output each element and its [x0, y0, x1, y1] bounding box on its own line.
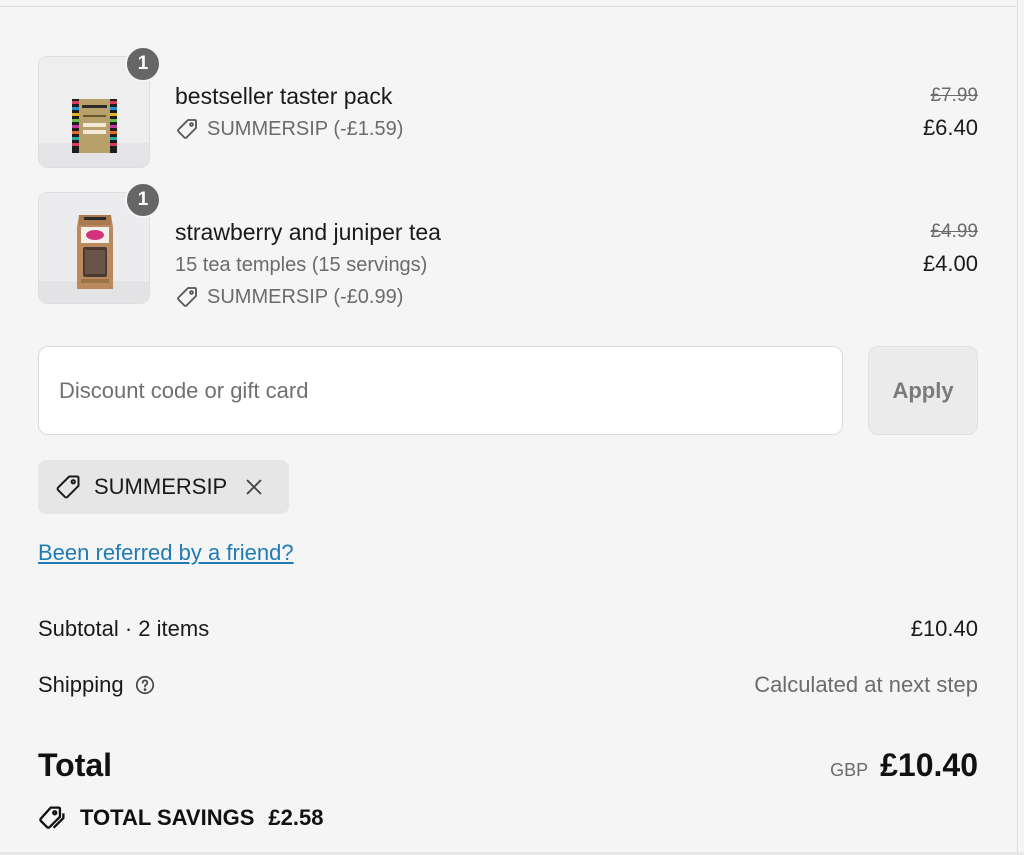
original-price: £7.99 [930, 85, 978, 106]
top-divider [0, 6, 1016, 7]
help-circle-icon[interactable] [134, 674, 156, 696]
applied-discount-chip: SUMMERSIP [38, 460, 289, 514]
total-value: £10.40 [880, 746, 978, 783]
item-title: strawberry and juniper tea [175, 219, 441, 245]
tag-icon [177, 287, 197, 307]
item-discount-label: SUMMERSIP (-£0.99) [207, 286, 404, 308]
discount-code-input[interactable] [38, 346, 843, 435]
tag-icon [56, 475, 80, 499]
currency-code: GBP [830, 759, 869, 780]
final-price: £6.40 [922, 115, 978, 140]
right-divider [1017, 0, 1018, 855]
total-row: Total GBP £10.40 [38, 744, 978, 786]
shipping-row: Shipping Calculated at next step [38, 670, 978, 700]
total-amount: GBP £10.40 [830, 747, 978, 784]
total-savings-value: £2.58 [268, 805, 324, 830]
item-prices: £4.99 £4.00 [923, 220, 978, 278]
tags-icon [39, 806, 65, 829]
referral-link[interactable]: Been referred by a friend? [38, 540, 294, 566]
item-discount: SUMMERSIP (-£0.99) [175, 284, 441, 310]
total-savings-label: TOTAL SAVINGS [80, 805, 255, 830]
item-discount: SUMMERSIP (-£1.59) [175, 116, 403, 142]
quantity-badge: 1 [125, 46, 161, 82]
item-details: bestseller taster pack SUMMERSIP (-£1.59… [175, 82, 403, 142]
shipping-label: Shipping [38, 672, 124, 697]
subtotal-label: Subtotal · 2 items [38, 616, 210, 641]
quantity-badge: 1 [125, 182, 161, 218]
shipping-value: Calculated at next step [754, 672, 978, 697]
item-prices: £7.99 £6.40 [923, 84, 978, 142]
line-item: 1 strawberry and juniper tea 15 tea temp… [38, 182, 978, 308]
original-price: £4.99 [930, 221, 978, 242]
remove-discount-button[interactable] [243, 476, 265, 498]
shipping-label-group: Shipping [38, 672, 156, 698]
item-title: bestseller taster pack [175, 83, 393, 109]
total-savings: TOTAL SAVINGS £2.58 [38, 804, 323, 832]
item-variant: 15 tea temples (15 servings) [175, 254, 428, 276]
subtotal-row: Subtotal · 2 items £10.40 [38, 614, 978, 644]
total-label: Total [38, 746, 113, 783]
final-price: £4.00 [922, 251, 978, 276]
close-icon[interactable] [243, 476, 265, 498]
line-item: 1 bestseller taster pack SUMMERSIP (-£1.… [38, 46, 978, 168]
subtotal-value: £10.40 [910, 616, 978, 641]
item-discount-label: SUMMERSIP (-£1.59) [207, 118, 404, 140]
tag-icon [177, 119, 197, 139]
applied-code-label: SUMMERSIP [94, 474, 228, 499]
apply-button[interactable]: Apply [868, 346, 978, 435]
item-details: strawberry and juniper tea 15 tea temple… [175, 218, 441, 310]
